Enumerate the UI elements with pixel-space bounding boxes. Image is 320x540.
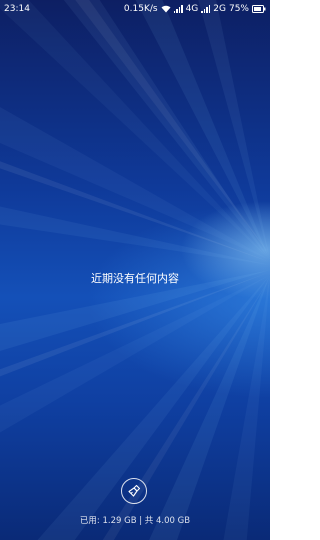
broom-icon xyxy=(128,484,141,497)
status-bar: 23:14 0.15K/s 4G 2G 75% xyxy=(0,0,270,18)
recents-screen: 23:14 0.15K/s 4G 2G 75% 近期没有任何内容 已用: 1.2… xyxy=(0,0,270,540)
status-network-1: 4G xyxy=(185,4,199,14)
status-indicators: 0.15K/s 4G 2G 75% xyxy=(124,0,266,18)
memory-usage-text: 已用: 1.29 GB | 共 4.00 GB xyxy=(79,516,191,526)
empty-recents-message: 近期没有任何内容 xyxy=(91,272,179,285)
signal-1-icon xyxy=(173,5,183,13)
battery-icon xyxy=(252,5,266,13)
status-network-speed: 0.15K/s xyxy=(123,4,158,14)
status-network-2: 2G xyxy=(213,4,226,14)
wifi-icon xyxy=(161,5,171,13)
signal-2-icon xyxy=(201,5,211,13)
status-battery-text: 75% xyxy=(228,4,249,14)
status-time: 23:14 xyxy=(4,4,30,14)
clear-all-button[interactable] xyxy=(121,478,147,504)
